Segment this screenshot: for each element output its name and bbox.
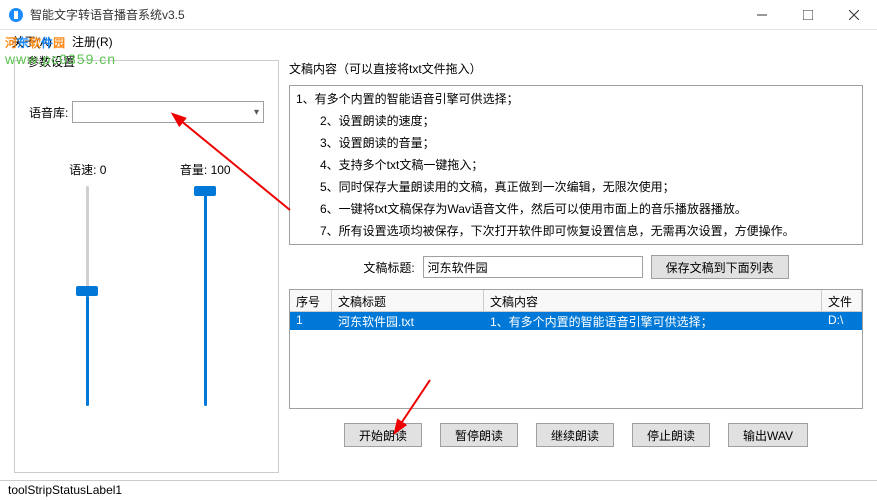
close-button[interactable] bbox=[831, 0, 877, 30]
volume-value: 100 bbox=[211, 163, 231, 177]
start-read-button[interactable]: 开始朗读 bbox=[344, 423, 422, 447]
app-icon bbox=[8, 7, 24, 23]
voice-combobox[interactable]: ▾ bbox=[72, 101, 264, 123]
speed-slider[interactable] bbox=[86, 186, 89, 406]
voice-label: 语音库: bbox=[29, 104, 68, 121]
menu-register[interactable]: 注册(R) bbox=[68, 31, 117, 52]
volume-slider[interactable] bbox=[204, 186, 207, 406]
speed-thumb[interactable] bbox=[76, 286, 98, 296]
table-header: 序号 文稿标题 文稿内容 文件 bbox=[290, 290, 862, 312]
th-no[interactable]: 序号 bbox=[290, 290, 332, 311]
titlebar: 智能文字转语音播音系统v3.5 bbox=[0, 0, 877, 30]
minimize-button[interactable] bbox=[739, 0, 785, 30]
th-path[interactable]: 文件 bbox=[822, 290, 862, 311]
continue-read-button[interactable]: 继续朗读 bbox=[536, 423, 614, 447]
th-title[interactable]: 文稿标题 bbox=[332, 290, 484, 311]
title-label: 文稿标题: bbox=[363, 259, 414, 276]
params-title: 参数设置 bbox=[23, 53, 79, 70]
pause-read-button[interactable]: 暂停朗读 bbox=[440, 423, 518, 447]
volume-label: 音量: bbox=[180, 163, 207, 177]
speed-label: 语速: bbox=[69, 163, 96, 177]
volume-thumb[interactable] bbox=[194, 186, 216, 196]
content-label: 文稿内容（可以直接将txt文件拖入） bbox=[289, 60, 863, 77]
th-content[interactable]: 文稿内容 bbox=[484, 290, 822, 311]
statusbar: toolStripStatusLabel1 bbox=[0, 480, 877, 500]
window-title: 智能文字转语音播音系统v3.5 bbox=[30, 6, 739, 23]
table-row[interactable]: 1 河东软件园.txt 1、有多个内置的智能语音引擎可供选择； D:\ bbox=[290, 312, 862, 330]
export-wav-button[interactable]: 输出WAV bbox=[728, 423, 808, 447]
menu-about[interactable]: 关于(A) bbox=[8, 31, 56, 52]
content-textarea[interactable]: 1、有多个内置的智能语音引擎可供选择； 2、设置朗读的速度； 3、设置朗读的音量… bbox=[289, 85, 863, 245]
save-to-list-button[interactable]: 保存文稿到下面列表 bbox=[651, 255, 789, 279]
title-input[interactable] bbox=[423, 256, 643, 278]
menubar: 关于(A) 注册(R) bbox=[0, 30, 877, 52]
right-panel: 文稿内容（可以直接将txt文件拖入） 1、有多个内置的智能语音引擎可供选择； 2… bbox=[289, 60, 863, 473]
manuscript-table[interactable]: 序号 文稿标题 文稿内容 文件 1 河东软件园.txt 1、有多个内置的智能语音… bbox=[289, 289, 863, 409]
chevron-down-icon: ▾ bbox=[254, 107, 259, 118]
status-label: toolStripStatusLabel1 bbox=[8, 483, 122, 497]
params-panel: 参数设置 语音库: ▾ 语速: 0 音量: 100 bbox=[14, 60, 279, 473]
maximize-button[interactable] bbox=[785, 0, 831, 30]
stop-read-button[interactable]: 停止朗读 bbox=[632, 423, 710, 447]
speed-value: 0 bbox=[100, 163, 107, 177]
